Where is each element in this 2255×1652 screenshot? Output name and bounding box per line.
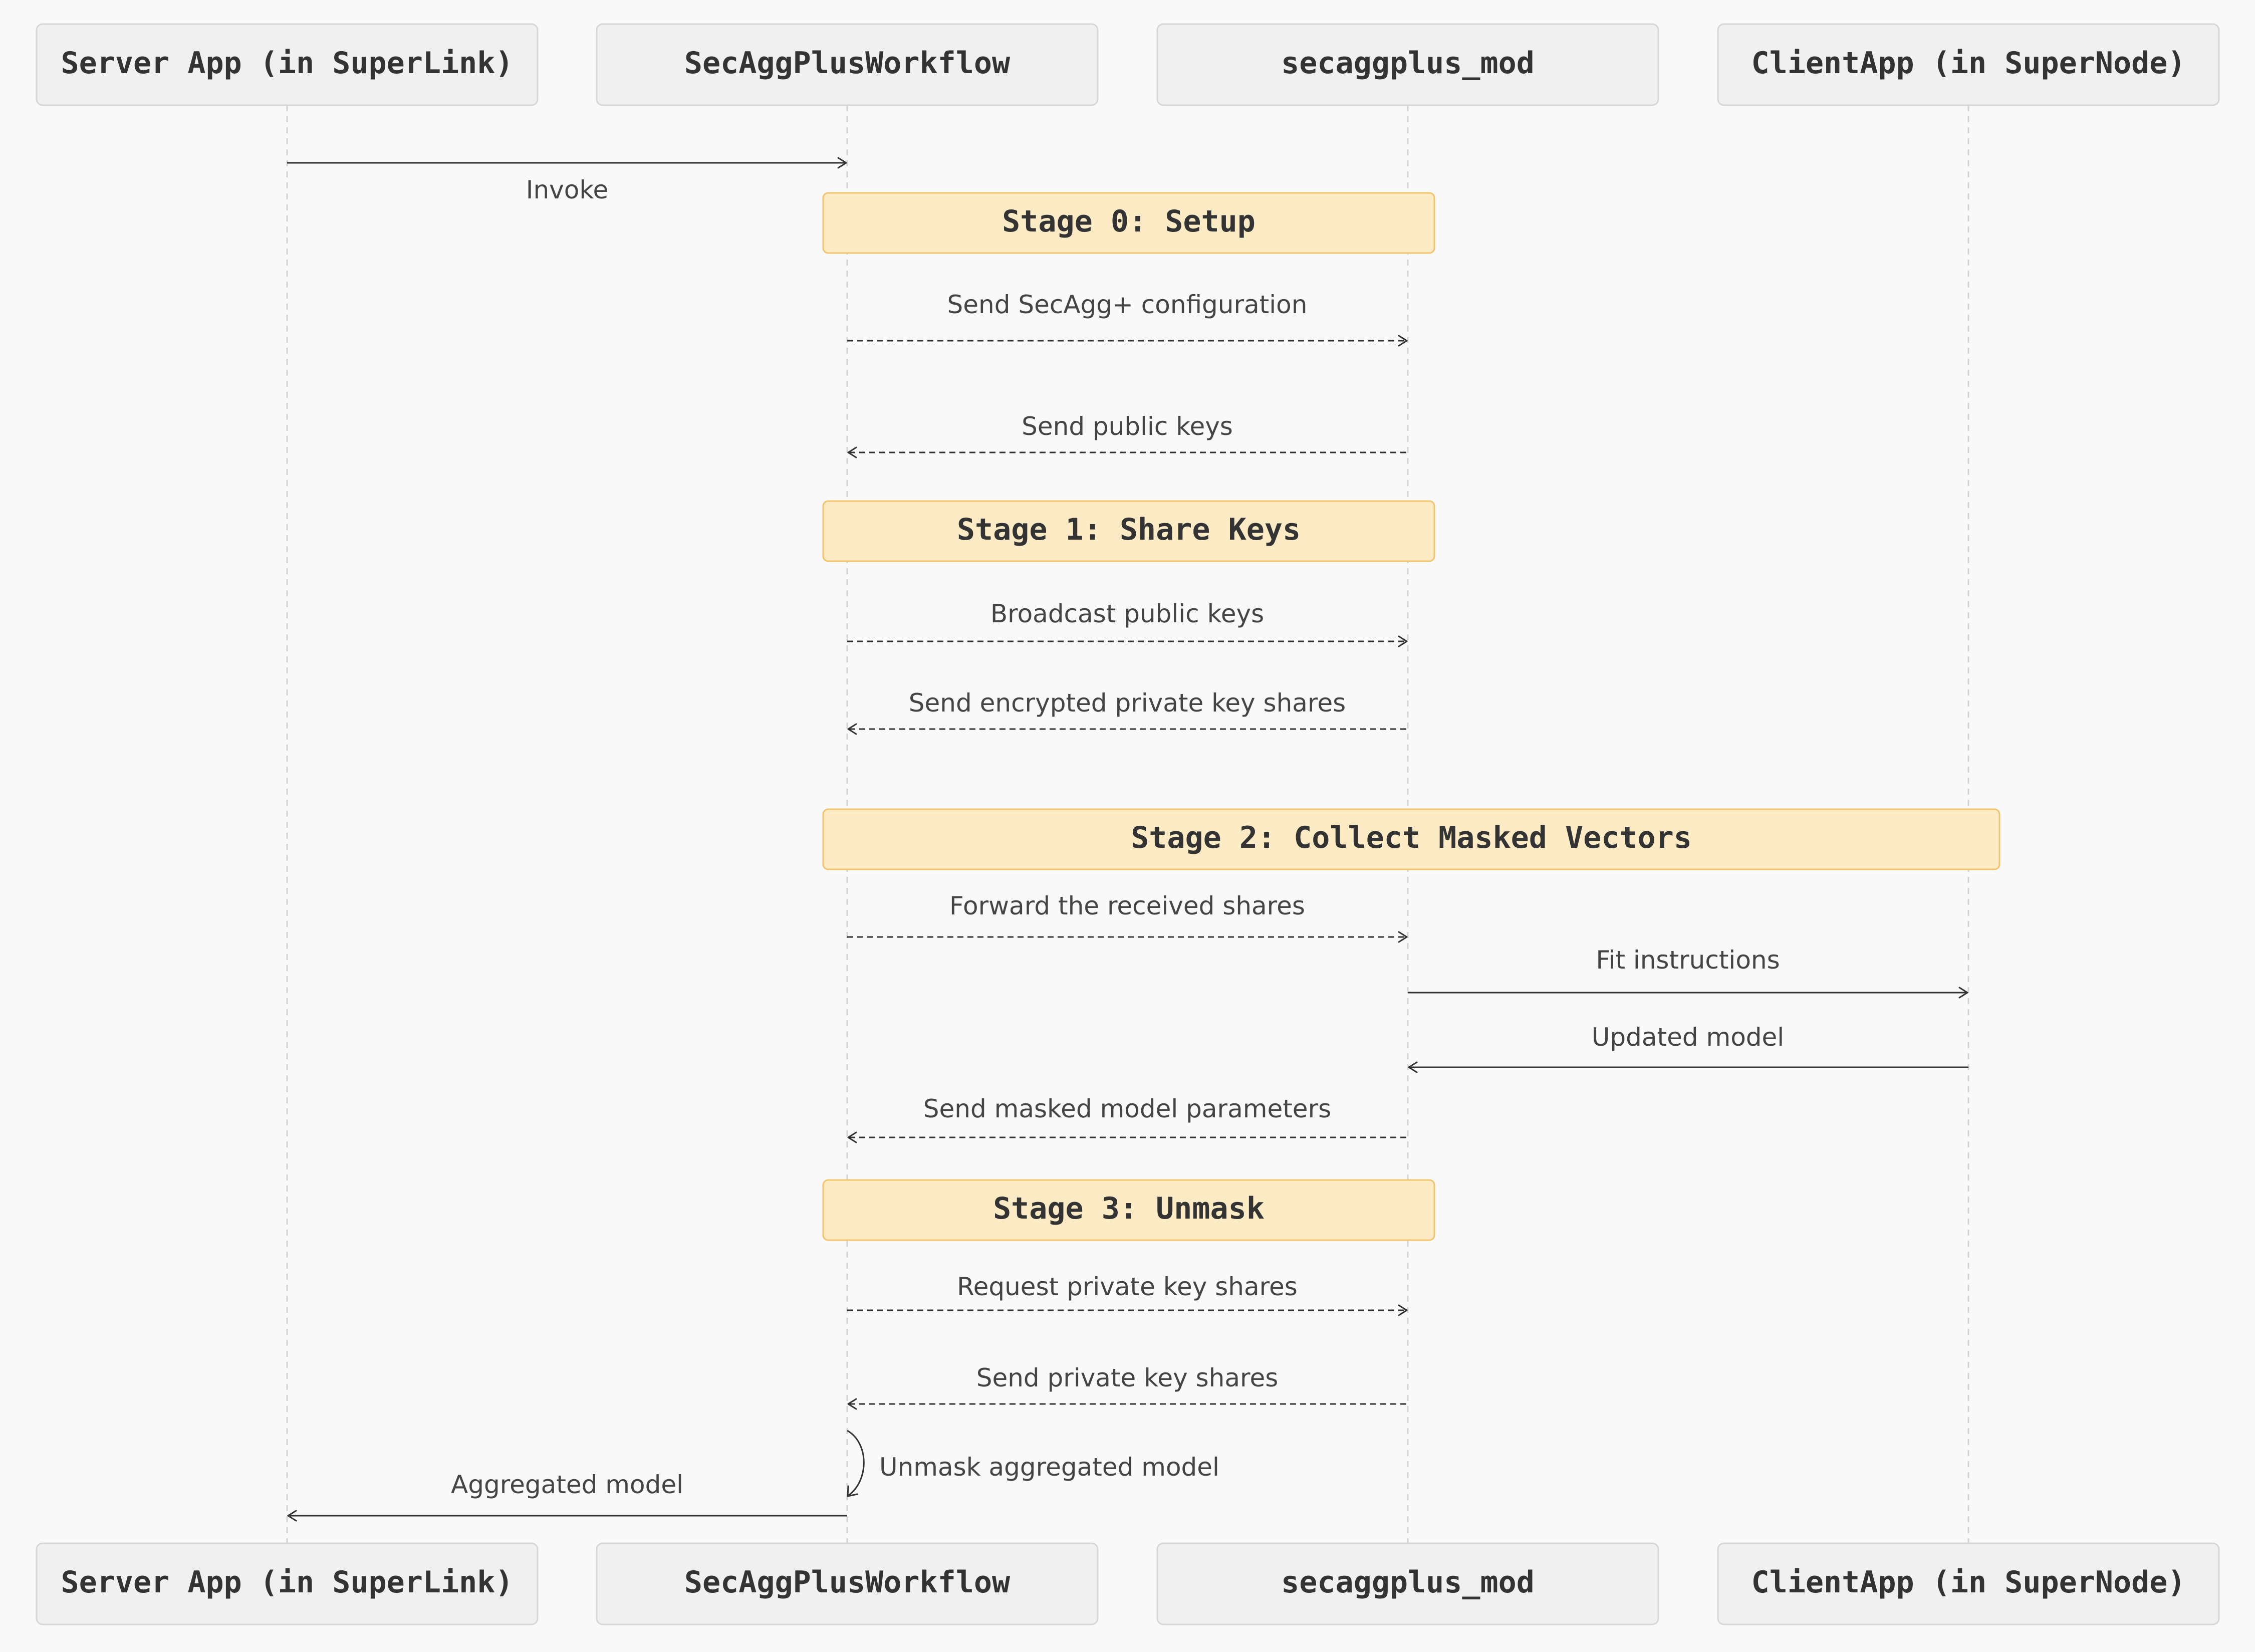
actor-client-top[interactable]: ClientApp (in SuperNode) <box>1717 23 2220 106</box>
stage-0-note: Stage 0: Setup <box>822 192 1435 254</box>
message-label: Unmask aggregated model <box>879 1453 1219 1482</box>
stage-3-note: Stage 3: Unmask <box>822 1179 1435 1241</box>
message-aggregated-model: Aggregated model <box>287 1470 847 1522</box>
message-invoke: Invoke <box>287 157 847 204</box>
stage-2-note: Stage 2: Collect Masked Vectors <box>822 808 2000 870</box>
actor-server-top[interactable]: Server App (in SuperLink) <box>36 23 539 106</box>
message-label: Send private key shares <box>976 1363 1279 1392</box>
message-send-encrypted-shares: Send encrypted private key shares <box>847 688 1408 735</box>
actor-client-bottom[interactable]: ClientApp (in SuperNode) <box>1717 1542 2220 1625</box>
message-label: Send masked model parameters <box>923 1094 1331 1123</box>
actor-workflow-top[interactable]: SecAggPlusWorkflow <box>596 23 1099 106</box>
stage-1-note: Stage 1: Share Keys <box>822 500 1435 562</box>
actor-label: SecAggPlusWorkflow <box>684 1565 1011 1600</box>
message-send-masked-params: Send masked model parameters <box>847 1094 1408 1143</box>
message-label: Send encrypted private key shares <box>909 688 1346 718</box>
sequence-diagram: Server App (in SuperLink) SecAggPlusWork… <box>36 23 2220 1625</box>
message-label: Broadcast public keys <box>990 599 1264 628</box>
actor-workflow-bottom[interactable]: SecAggPlusWorkflow <box>596 1542 1099 1625</box>
message-updated-model: Updated model <box>1408 1023 1968 1073</box>
actor-label: secaggplus_mod <box>1281 46 1535 81</box>
message-label: Forward the received shares <box>949 891 1305 920</box>
actor-server-bottom[interactable]: Server App (in SuperLink) <box>36 1542 539 1625</box>
message-send-public-keys: Send public keys <box>847 412 1408 458</box>
message-unmask-self: Unmask aggregated model <box>847 1430 1219 1497</box>
actor-mod-bottom[interactable]: secaggplus_mod <box>1156 1542 1659 1625</box>
message-label: Fit instructions <box>1596 946 1780 975</box>
actor-label: Server App (in SuperLink) <box>61 1565 513 1600</box>
stage-label: Stage 3: Unmask <box>993 1191 1265 1226</box>
stage-label: Stage 2: Collect Masked Vectors <box>1131 820 1692 855</box>
message-label: Aggregated model <box>451 1470 683 1499</box>
message-send-config: Send SecAgg+ configuration <box>847 290 1408 347</box>
message-label: Updated model <box>1592 1023 1784 1052</box>
message-forward-shares: Forward the received shares <box>847 891 1408 943</box>
actor-label: secaggplus_mod <box>1281 1565 1535 1600</box>
stage-label: Stage 0: Setup <box>1002 204 1256 239</box>
actors-bottom: Server App (in SuperLink) SecAggPlusWork… <box>36 1542 2220 1625</box>
actors-top: Server App (in SuperLink) SecAggPlusWork… <box>36 23 2220 106</box>
stage-label: Stage 1: Share Keys <box>957 512 1301 547</box>
actor-label: Server App (in SuperLink) <box>61 46 513 81</box>
actor-label: ClientApp (in SuperNode) <box>1751 46 2186 81</box>
message-label: Send SecAgg+ configuration <box>947 290 1308 319</box>
message-broadcast-public-keys: Broadcast public keys <box>847 599 1408 647</box>
message-label: Request private key shares <box>957 1272 1298 1301</box>
message-request-shares: Request private key shares <box>847 1272 1408 1316</box>
actor-label: SecAggPlusWorkflow <box>684 46 1011 81</box>
actor-label: ClientApp (in SuperNode) <box>1751 1565 2186 1600</box>
message-label: Invoke <box>526 175 609 204</box>
message-send-private-shares: Send private key shares <box>847 1363 1408 1410</box>
message-fit-instructions: Fit instructions <box>1408 946 1968 999</box>
actor-mod-top[interactable]: secaggplus_mod <box>1156 23 1659 106</box>
message-label: Send public keys <box>1022 412 1233 441</box>
